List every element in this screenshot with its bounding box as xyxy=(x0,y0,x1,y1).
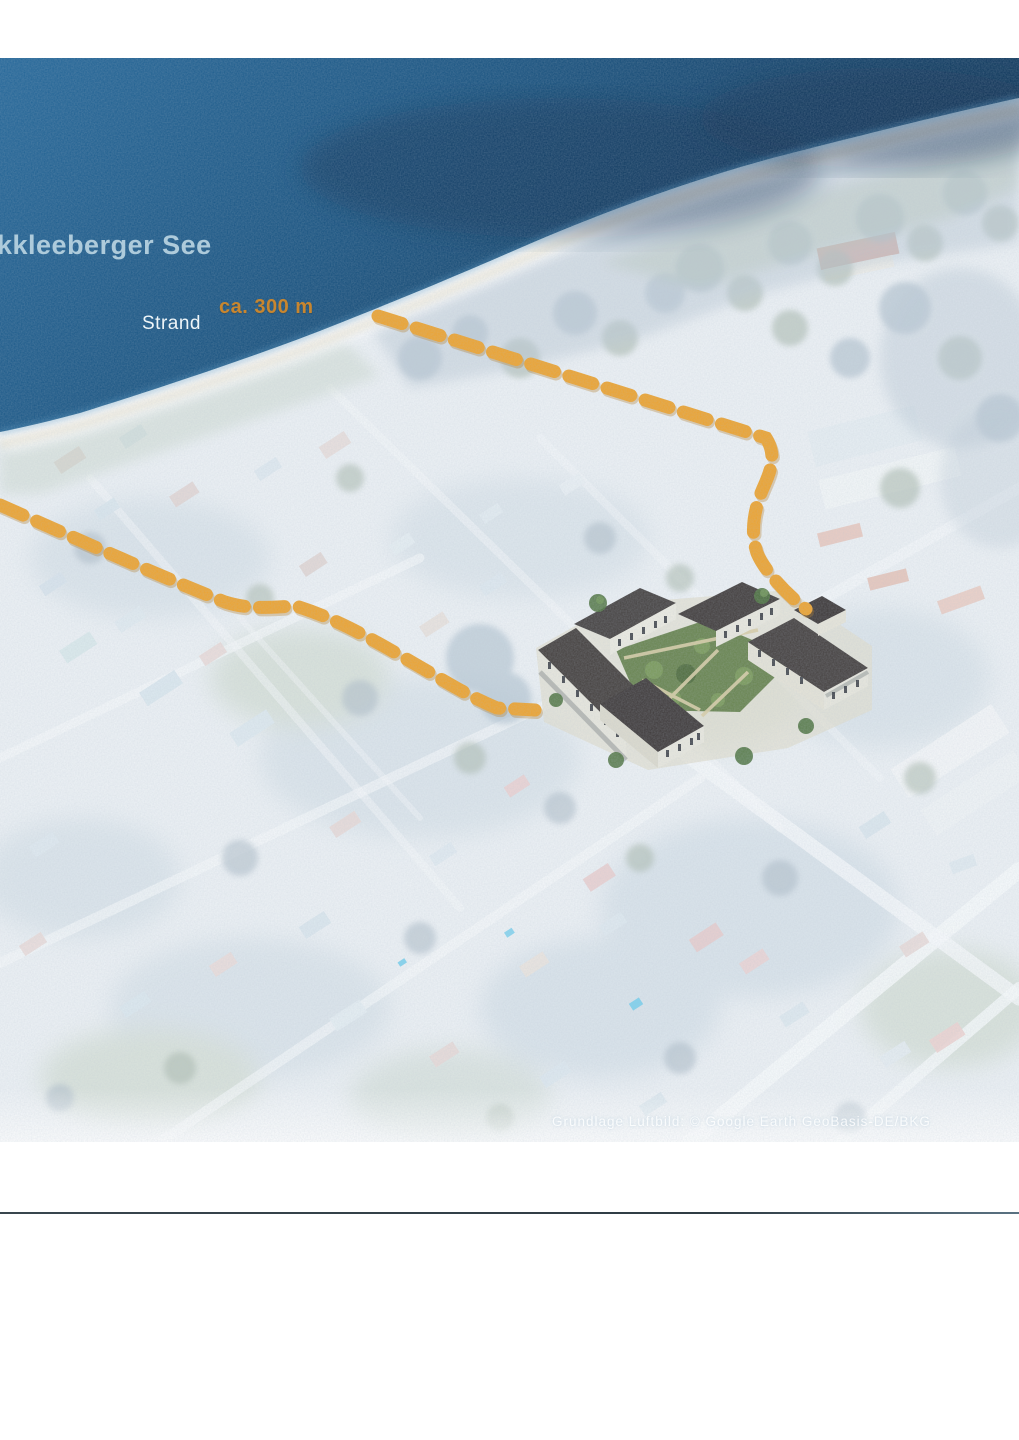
map-svg xyxy=(0,58,1019,1142)
divider-line xyxy=(0,1212,1019,1214)
aerial-photo: kkleeberger See Strand ca. 300 m Grundla… xyxy=(0,58,1019,1142)
lake-label: kkleeberger See xyxy=(0,230,212,261)
bottom-margin xyxy=(0,1142,1019,1440)
distance-label: ca. 300 m xyxy=(219,296,314,319)
scan-grain xyxy=(0,58,1019,1142)
beach-label: Strand xyxy=(142,313,201,335)
top-margin xyxy=(0,0,1019,58)
page-root: { "map": { "lake_label": "kkleeberger Se… xyxy=(0,0,1019,1440)
attribution-label: Grundlage Luftbild: © Google Earth GeoBa… xyxy=(552,1114,931,1129)
